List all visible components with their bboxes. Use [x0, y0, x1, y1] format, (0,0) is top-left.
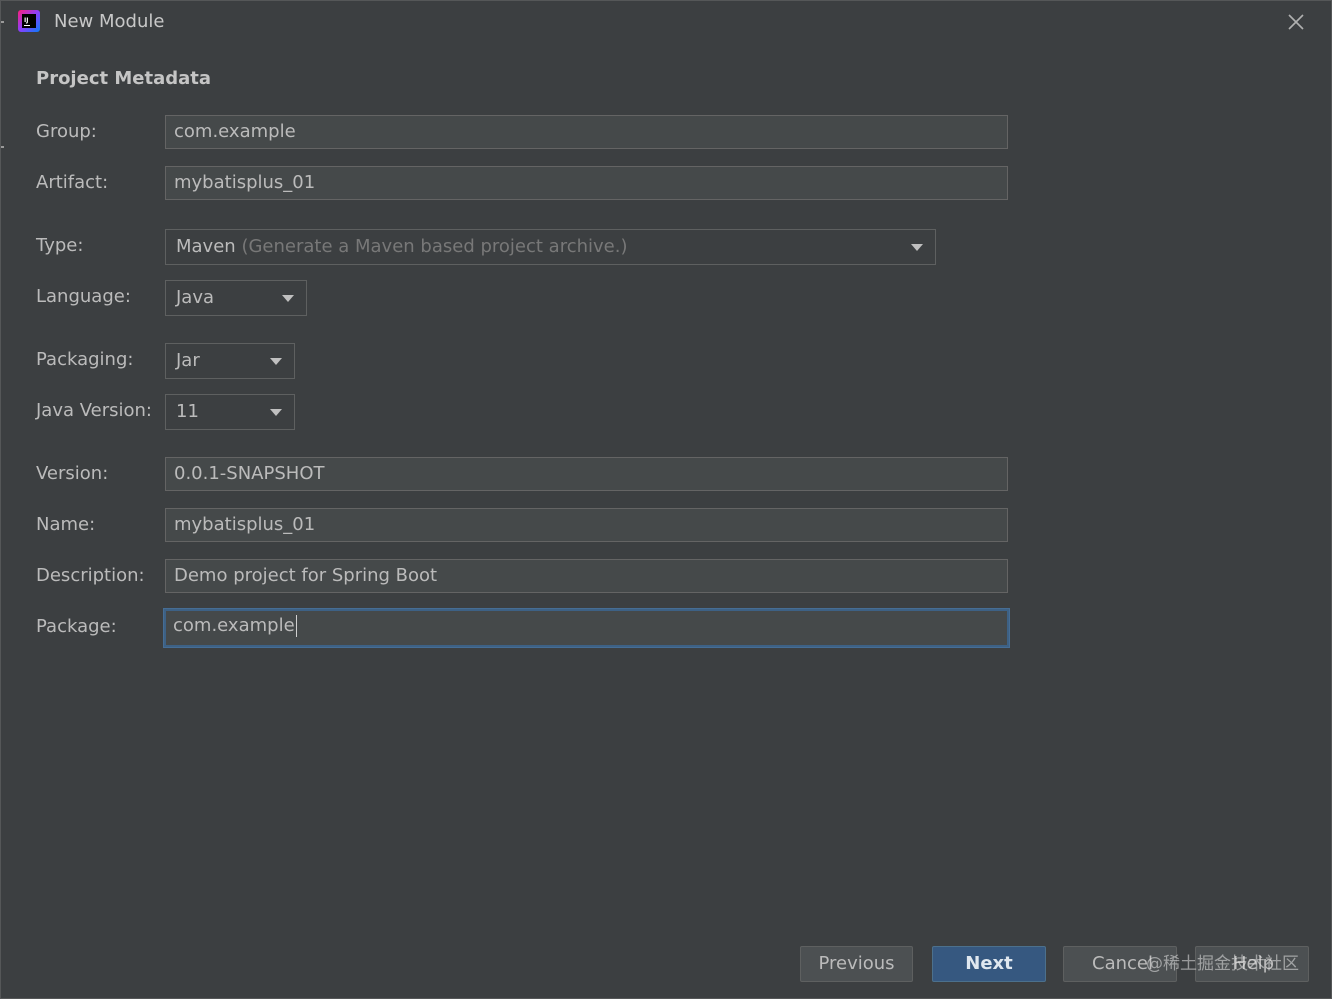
description-label: Description: — [36, 565, 145, 586]
package-value: com.example — [173, 615, 295, 636]
next-button[interactable]: Next — [932, 946, 1046, 982]
artifact-label: Artifact: — [36, 172, 109, 193]
intellij-idea-icon: IJ — [18, 10, 40, 32]
edge-mark — [1, 146, 4, 148]
type-label: Type: — [36, 235, 84, 256]
edge-mark — [1, 21, 4, 23]
svg-text:IJ: IJ — [24, 17, 28, 24]
artifact-field[interactable]: mybatisplus_01 — [165, 166, 1008, 200]
close-icon[interactable] — [1285, 11, 1307, 33]
type-value: Maven — [176, 236, 236, 257]
packaging-label: Packaging: — [36, 349, 134, 370]
package-label: Package: — [36, 616, 117, 637]
type-hint: (Generate a Maven based project archive.… — [241, 236, 628, 257]
name-label: Name: — [36, 514, 96, 535]
title-bar: IJ New Module — [1, 1, 1331, 45]
type-dropdown[interactable]: Maven (Generate a Maven based project ar… — [165, 229, 936, 265]
window-title: New Module — [54, 11, 165, 32]
version-label: Version: — [36, 463, 109, 484]
chevron-down-icon — [270, 409, 282, 416]
description-field[interactable]: Demo project for Spring Boot — [165, 559, 1008, 593]
chevron-down-icon — [911, 244, 923, 251]
packaging-dropdown[interactable]: Jar — [165, 343, 295, 379]
language-label: Language: — [36, 286, 131, 307]
section-title: Project Metadata — [36, 68, 212, 89]
language-value: Java — [176, 287, 215, 308]
version-field[interactable]: 0.0.1-SNAPSHOT — [165, 457, 1008, 491]
chevron-down-icon — [270, 358, 282, 365]
name-field[interactable]: mybatisplus_01 — [165, 508, 1008, 542]
watermark: @稀土掘金技术社区 — [1146, 954, 1299, 974]
group-field[interactable]: com.example — [165, 115, 1008, 149]
package-field[interactable]: com.example — [164, 609, 1009, 647]
previous-button[interactable]: Previous — [800, 946, 913, 982]
text-caret — [295, 615, 297, 637]
packaging-value: Jar — [176, 350, 200, 371]
group-label: Group: — [36, 121, 97, 142]
language-dropdown[interactable]: Java — [165, 280, 307, 316]
chevron-down-icon — [282, 295, 294, 302]
java-version-dropdown[interactable]: 11 — [165, 394, 295, 430]
java-version-value: 11 — [176, 401, 199, 422]
java-version-label: Java Version: — [36, 400, 152, 421]
new-module-dialog: IJ New Module Project Metadata Group: co… — [0, 0, 1332, 999]
